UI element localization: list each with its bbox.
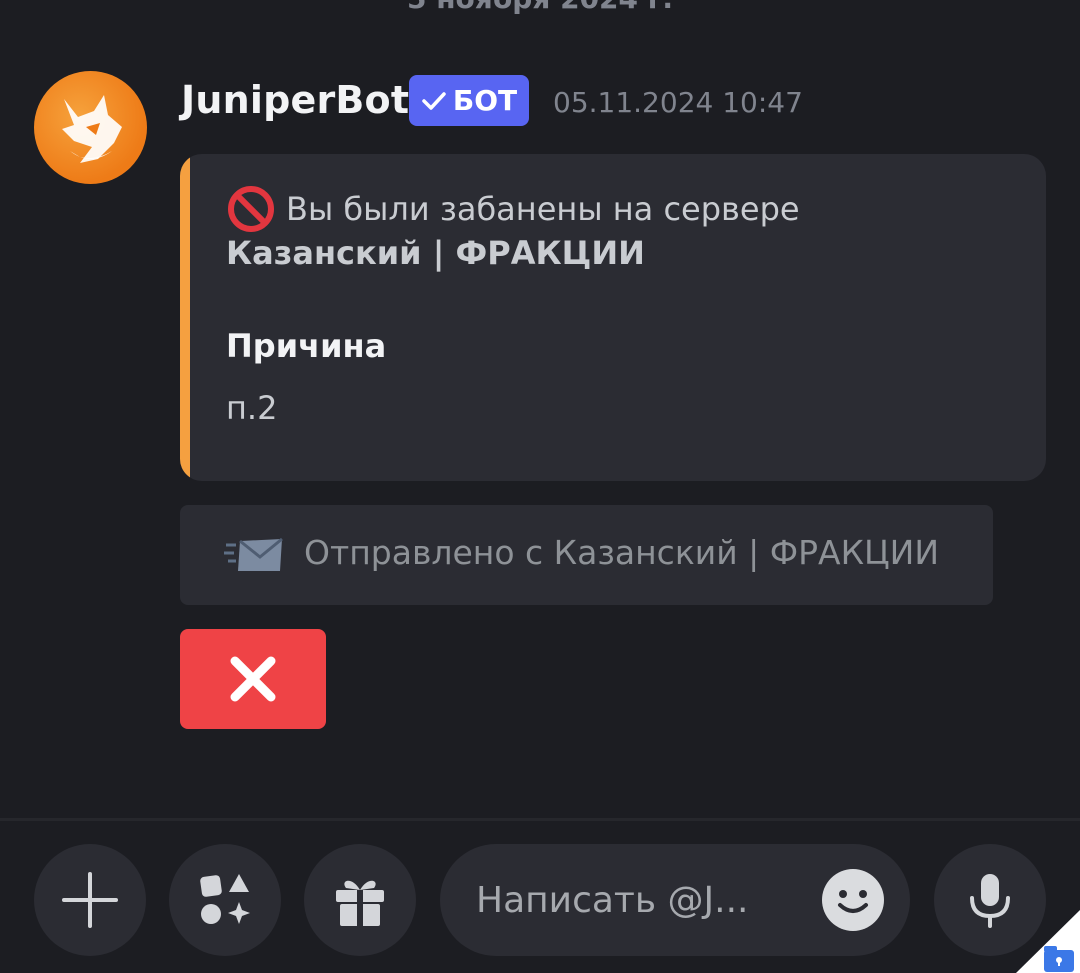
embed-title: Вы были забанены на сервере (226, 184, 800, 234)
emoji-icon (838, 890, 868, 913)
date-divider: 5 ноября 2024 г. (0, 0, 1080, 15)
sent-from-text: Отправлено с Казанский | ФРАКЦИИ (304, 533, 940, 572)
message-username[interactable]: JuniperBot (181, 78, 409, 122)
message-composer[interactable] (440, 844, 910, 956)
ban-embed: Вы были забанены на сервере Казанский | … (180, 154, 1046, 481)
no-entry-icon (228, 186, 274, 232)
gift-icon (336, 880, 384, 926)
envelope-icon (224, 537, 283, 571)
microphone-icon (970, 874, 1010, 928)
message-input[interactable] (476, 844, 806, 956)
message-timestamp: 05.11.2024 10:47 (553, 86, 803, 119)
plus-icon (62, 872, 118, 928)
bot-tag-label: БОТ (452, 84, 518, 117)
apps-button[interactable] (169, 844, 281, 956)
verified-check-icon (422, 91, 446, 110)
embed-field-value: п.2 (226, 389, 278, 427)
bot-avatar[interactable] (34, 71, 147, 184)
add-button[interactable] (34, 844, 146, 956)
chat-screen: 5 ноября 2024 г. JuniperBot БОТ 05.11.20… (0, 0, 1080, 973)
emoji-button[interactable] (822, 869, 884, 931)
sent-from-button[interactable]: Отправлено с Казанский | ФРАКЦИИ (180, 505, 993, 605)
embed-title-text: Вы были забанены на сервере (286, 190, 800, 228)
apps-icon (200, 874, 250, 924)
fox-logo-icon (62, 95, 122, 163)
gift-button[interactable] (304, 844, 416, 956)
bot-tag: БОТ (409, 75, 529, 126)
close-icon (230, 656, 276, 702)
composer-divider (0, 818, 1080, 821)
embed-server-name: Казанский | ФРАКЦИИ (226, 234, 645, 272)
close-button[interactable] (180, 629, 326, 729)
embed-field-name: Причина (226, 327, 387, 365)
embed-accent-bar (180, 154, 190, 481)
folder-lock-icon (1016, 910, 1080, 973)
